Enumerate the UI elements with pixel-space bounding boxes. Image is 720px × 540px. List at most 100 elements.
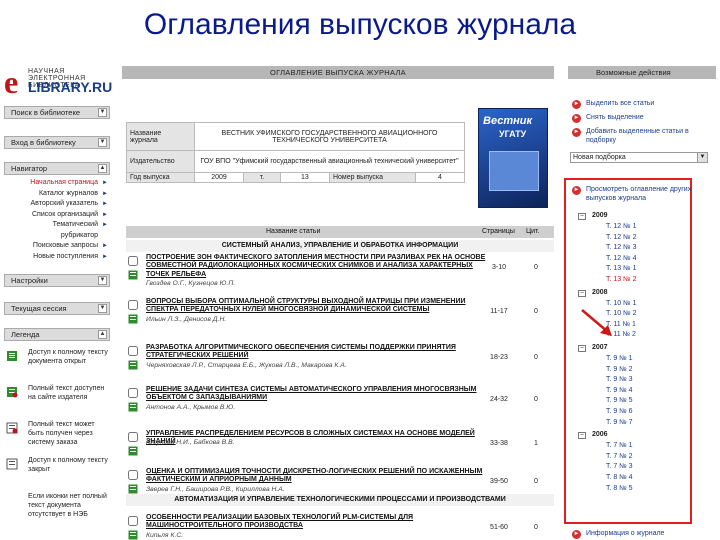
article-title-link[interactable]: РЕШЕНИЕ ЗАДАЧИ СИНТЕЗА СИСТЕМЫ АВТОМАТИЧ… xyxy=(146,386,490,403)
article-title-link[interactable]: ОСОБЕННОСТИ РЕАЛИЗАЦИИ БАЗОВЫХ ТЕХНОЛОГИ… xyxy=(146,514,490,531)
issue-link[interactable]: Т. 9 № 2 xyxy=(606,366,633,373)
issue-link[interactable]: Т. 13 № 2 xyxy=(606,276,636,283)
article-checkbox[interactable] xyxy=(128,432,138,442)
elibrary-logo[interactable]: e НАУЧНАЯ ЭЛЕКТРОННАЯ БИБЛИОТЕКА LIBRARY… xyxy=(4,66,116,98)
navigator-bar-label: Навигатор xyxy=(11,164,48,173)
issue-link[interactable]: Т. 9 № 5 xyxy=(606,397,633,404)
chevron-down-icon[interactable]: ▼ xyxy=(98,138,107,147)
arrow-right-icon: ► xyxy=(572,128,581,137)
article-title-link[interactable]: ВОПРОСЫ ВЫБОРА ОПТИМАЛЬНОЙ СТРУКТУРЫ ВЫХ… xyxy=(146,298,490,315)
collapse-icon[interactable]: – xyxy=(578,432,586,440)
article-citations[interactable]: 0 xyxy=(526,354,546,361)
chevron-down-icon[interactable]: ▼ xyxy=(98,276,107,285)
article-authors[interactable]: Юсупова Н.И., Бабкова В.В. xyxy=(146,439,490,446)
issue-link[interactable]: Т. 9 № 7 xyxy=(606,419,633,426)
navigator-bar[interactable]: Навигатор ▲ xyxy=(4,162,110,175)
article-title-link[interactable]: ОЦЕНКА И ОПТИМИЗАЦИЯ ТОЧНОСТИ ДИСКРЕТНО-… xyxy=(146,468,490,485)
article-pages: 39-50 xyxy=(490,478,508,485)
nav-item-authors[interactable]: Авторский указатель ► xyxy=(4,199,110,210)
nav-item-home[interactable]: Начальная страница ► xyxy=(4,178,110,189)
article-citations[interactable]: 0 xyxy=(526,264,546,271)
article-checkbox[interactable] xyxy=(128,470,138,480)
document-icon[interactable] xyxy=(128,446,138,456)
journal-title-link[interactable]: ВЕСТНИК УФИМСКОГО ГОСУДАРСТВЕННОГО АВИАЦ… xyxy=(194,122,465,151)
year-node[interactable]: –2006 xyxy=(578,431,608,440)
nav-item-journals[interactable]: Каталог журналов ► xyxy=(4,189,110,200)
article-citations[interactable]: 0 xyxy=(526,478,546,485)
year-node[interactable]: –2007 xyxy=(578,344,608,352)
article-title-link[interactable]: РАЗРАБОТКА АЛГОРИТМИЧЕСКОГО ОБЕСПЕЧЕНИЯ … xyxy=(146,344,490,361)
navigator-list: Начальная страница ► Каталог журналов ► Ав… xyxy=(4,178,110,262)
settings-bar[interactable]: Настройки ▼ xyxy=(4,274,110,287)
article-authors[interactable]: Зверев Г.Н., Баширова Р.В., Кириллова Н.… xyxy=(146,486,490,493)
search-bar[interactable]: Поиск в библиотеке ▼ xyxy=(4,106,110,119)
year-node[interactable]: –2008 xyxy=(578,289,608,297)
article-checkbox[interactable] xyxy=(128,516,138,526)
legend-bar[interactable]: Легенда ▲ xyxy=(4,328,110,341)
document-icon[interactable] xyxy=(128,360,138,370)
issue-link[interactable]: Т. 8 № 4 xyxy=(606,474,633,481)
nav-item-new[interactable]: Новые поступления ► xyxy=(4,252,110,263)
article-citations[interactable]: 0 xyxy=(526,396,546,403)
nav-item-queries[interactable]: Поисковые запросы ► xyxy=(4,241,110,252)
year-node[interactable]: –2009 xyxy=(578,212,608,220)
session-bar[interactable]: Текущая сессия ▼ xyxy=(4,302,110,315)
nav-item-organizations[interactable]: Список организаций ► xyxy=(4,210,110,221)
journal-info-link[interactable]: ► Информация о журнале xyxy=(572,530,712,539)
issue-link[interactable]: Т. 12 № 2 xyxy=(606,234,636,241)
document-icon[interactable] xyxy=(128,270,138,280)
collapse-icon[interactable]: – xyxy=(578,289,586,297)
article-checkbox[interactable] xyxy=(128,256,138,266)
article-authors[interactable]: Черняховская Л.Р., Старцева Е.Б., Жукова… xyxy=(146,362,490,369)
issue-link[interactable]: Т. 12 № 1 xyxy=(606,223,636,230)
issue-link[interactable]: Т. 7 № 2 xyxy=(606,453,633,460)
arrow-right-icon: ► xyxy=(572,186,581,195)
issue-link[interactable]: Т. 9 № 3 xyxy=(606,376,633,383)
article-authors[interactable]: Антонов А.А., Крымов В.Ю. xyxy=(146,404,490,411)
article-authors[interactable]: Гвоздев О.Г., Кузнецов Ю.П. xyxy=(146,280,490,287)
actions-header: Возможные действия xyxy=(568,66,716,79)
article-citations[interactable]: 1 xyxy=(526,440,546,447)
article-citations[interactable]: 0 xyxy=(526,524,546,531)
article-checkbox[interactable] xyxy=(128,346,138,356)
chevron-down-icon[interactable]: ▼ xyxy=(98,304,107,313)
issue-link[interactable]: Т. 7 № 3 xyxy=(606,463,633,470)
search-bar-label: Поиск в библиотеке xyxy=(11,108,81,117)
cover-subtitle: УГАТУ xyxy=(499,129,527,139)
document-icon[interactable] xyxy=(128,530,138,540)
document-icon[interactable] xyxy=(128,314,138,324)
issue-link[interactable]: Т. 12 № 4 xyxy=(606,255,636,262)
view-other-issues-link[interactable]: ► Просмотреть оглавление других выпусков … xyxy=(572,186,712,203)
article-authors[interactable]: Ильин Л.З., Денисов Д.Н. xyxy=(146,316,490,323)
issue-link[interactable]: Т. 7 № 1 xyxy=(606,442,633,449)
journal-label: Название журнала xyxy=(126,122,195,151)
article-authors[interactable]: Кипьля К.С. xyxy=(146,532,490,539)
collection-select[interactable]: Новая подборка ▼ xyxy=(570,152,708,163)
article-title-link[interactable]: ПОСТРОЕНИЕ ЗОН ФАКТИЧЕСКОГО ЗАТОПЛЕНИЯ М… xyxy=(146,254,490,279)
article-checkbox[interactable] xyxy=(128,300,138,310)
publisher-link[interactable]: ГОУ ВПО "Уфимский государственный авиаци… xyxy=(194,150,465,173)
collapse-icon[interactable]: – xyxy=(578,345,586,352)
article-pages: 51-60 xyxy=(490,524,508,531)
logo-brand: LIBRARY.RU xyxy=(28,79,113,95)
issue-link[interactable]: Т. 9 № 1 xyxy=(606,355,633,362)
chevron-up-icon[interactable]: ▲ xyxy=(98,164,107,173)
nav-item-rubricator[interactable]: Тематический рубрикатор ► xyxy=(4,220,110,241)
login-bar[interactable]: Вход в библиотеку ▼ xyxy=(4,136,110,149)
document-icon[interactable] xyxy=(128,402,138,412)
collapse-icon[interactable]: – xyxy=(578,213,586,220)
chevron-down-icon[interactable]: ▼ xyxy=(98,108,107,117)
add-to-collection-link[interactable]: ► Добавить выделенные статьи в подборку xyxy=(572,128,712,145)
select-all-link[interactable]: ► Выделить все статьи xyxy=(572,100,712,109)
issue-link[interactable]: Т. 13 № 1 xyxy=(606,265,636,272)
deselect-link[interactable]: ► Снять выделение xyxy=(572,114,712,123)
issue-link[interactable]: Т. 12 № 3 xyxy=(606,244,636,251)
article-citations[interactable]: 0 xyxy=(526,308,546,315)
issue-link[interactable]: Т. 8 № 5 xyxy=(606,485,633,492)
article-checkbox[interactable] xyxy=(128,388,138,398)
issue-link[interactable]: Т. 9 № 6 xyxy=(606,408,633,415)
issue-link[interactable]: Т. 9 № 4 xyxy=(606,387,633,394)
chevron-up-icon[interactable]: ▲ xyxy=(98,330,107,339)
issue-link[interactable]: Т. 10 № 1 xyxy=(606,300,636,307)
document-icon[interactable] xyxy=(128,484,138,494)
